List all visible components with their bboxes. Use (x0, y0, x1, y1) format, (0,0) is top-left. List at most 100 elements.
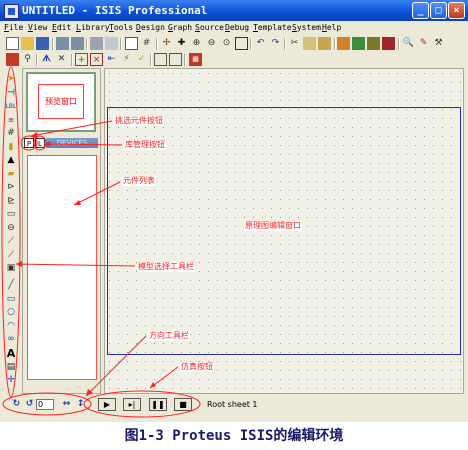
menu-help[interactable]: Help (322, 21, 341, 35)
bus-icon[interactable]: ▮ (5, 142, 17, 153)
path-icon[interactable]: ∞ (5, 334, 17, 345)
zoom-in-icon[interactable]: ⊕ (190, 37, 203, 50)
mirror-x-icon[interactable]: ↔ (60, 398, 73, 411)
zoom-all-icon[interactable]: ⊙ (220, 37, 233, 50)
maximize-button[interactable]: □ (430, 2, 447, 19)
graph-icon[interactable]: ⊵ (5, 196, 17, 207)
menu-view[interactable]: View (28, 21, 47, 35)
arc-icon[interactable]: ◠ (5, 321, 17, 332)
search-tag-icon[interactable]: ⚲ (21, 53, 34, 66)
overview-window[interactable]: 预览窗口 (26, 72, 96, 132)
figure-caption: 图1-3 Proteus ISIS的编辑环境 (124, 428, 344, 444)
app-icon (4, 4, 19, 19)
virtual-instrument-icon[interactable]: ▣ (5, 263, 17, 274)
menu-design[interactable]: Design (136, 21, 165, 35)
device-pins-icon[interactable]: ⊳ (5, 182, 17, 193)
annotation-simulation-buttons: 仿真按钮 (180, 362, 214, 372)
pick-device-icon[interactable]: 🔍 (402, 37, 415, 50)
paste-icon[interactable] (318, 37, 331, 50)
open-folder-icon[interactable] (21, 37, 34, 50)
property-tool-icon[interactable]: ᗑ (40, 53, 53, 66)
netlist-to-ares-icon[interactable] (154, 53, 167, 66)
text-icon[interactable]: A (5, 348, 17, 359)
new-file-icon[interactable] (6, 37, 19, 50)
pan-icon[interactable]: ✚ (175, 37, 188, 50)
menu-source[interactable]: Source (195, 21, 224, 35)
application-window: UNTITLED - ISIS Professional _ □ × File … (0, 0, 468, 422)
zoom-out-icon[interactable]: ⊖ (205, 37, 218, 50)
current-probe-icon[interactable]: ⟋ (5, 250, 17, 261)
design-explorer-icon[interactable]: ✕ (55, 53, 68, 66)
redo-icon[interactable]: ↷ (269, 37, 282, 50)
subcircuit-icon[interactable]: ▲ (5, 155, 17, 166)
mirror-y-icon[interactable]: ↕ (74, 398, 87, 411)
rotate-clockwise-icon[interactable]: ↻ (10, 398, 23, 411)
refresh-icon[interactable] (125, 37, 138, 50)
sheet-report-icon[interactable] (169, 53, 182, 66)
origin-icon[interactable]: ✢ (160, 37, 173, 50)
grid-icon[interactable]: # (140, 37, 153, 50)
menu-file[interactable]: File (4, 21, 23, 35)
menu-debug[interactable]: Debug (225, 21, 249, 35)
copy-icon[interactable] (303, 37, 316, 50)
device-list[interactable] (27, 155, 97, 380)
step-button[interactable]: ▸| (123, 398, 141, 411)
rotation-angle-field[interactable]: 0 (36, 399, 54, 410)
play-button[interactable]: ▶ (98, 398, 116, 411)
save-icon[interactable] (36, 37, 49, 50)
block-rotate-icon[interactable] (367, 37, 380, 50)
bill-of-materials-icon[interactable]: ⚡ (120, 53, 133, 66)
pick-device-button[interactable]: P (24, 138, 34, 148)
import-icon[interactable] (56, 37, 69, 50)
library-manager-button[interactable]: L (35, 138, 45, 148)
block-move-icon[interactable] (352, 37, 365, 50)
stop-button[interactable]: ■ (174, 398, 192, 411)
new-sheet-icon[interactable]: + (75, 53, 88, 66)
menu-system[interactable]: System (292, 21, 321, 35)
symbol-icon[interactable]: ▤ (5, 362, 17, 373)
wire-autorouter-icon[interactable] (6, 53, 19, 66)
print-area-icon[interactable] (105, 37, 118, 50)
pause-button[interactable]: ❚❚ (149, 398, 167, 411)
menu-library[interactable]: Library (76, 21, 110, 35)
menu-bar: File View Edit Library Tools Design Grap… (0, 21, 468, 35)
voltage-probe-icon[interactable]: ⟋ (5, 236, 17, 247)
minimize-button[interactable]: _ (412, 2, 429, 19)
line-icon[interactable]: ╱ (5, 280, 17, 291)
block-delete-icon[interactable] (382, 37, 395, 50)
menu-tools[interactable]: Tools (109, 21, 133, 35)
annotation-library-manager: 库管理按钮 (124, 140, 166, 150)
title-bar: UNTITLED - ISIS Professional _ □ × (0, 0, 468, 21)
undo-icon[interactable]: ↶ (254, 37, 267, 50)
junction-dot-icon[interactable]: LBL (5, 101, 17, 112)
terminals-icon[interactable]: ▰ (5, 169, 17, 180)
remove-sheet-icon[interactable]: × (90, 53, 103, 66)
print-icon[interactable] (90, 37, 103, 50)
text-script-icon[interactable]: # (5, 128, 17, 139)
tape-recorder-icon[interactable]: ▭ (5, 209, 17, 220)
menu-edit[interactable]: Edit (52, 21, 71, 35)
menu-graph[interactable]: Graph (168, 21, 192, 35)
exit-to-parent-icon[interactable]: ⇤ (105, 53, 118, 66)
make-device-icon[interactable]: ✎ (417, 37, 430, 50)
rotate-anticlockwise-icon[interactable]: ↺ (23, 398, 36, 411)
menu-template[interactable]: Template (253, 21, 292, 35)
zoom-area-icon[interactable] (235, 37, 248, 50)
block-copy-icon[interactable] (337, 37, 350, 50)
export-icon[interactable] (71, 37, 84, 50)
cut-icon[interactable]: ✂ (288, 37, 301, 50)
mode-toolbar: ➤ ⊣ LBL ≡ # ▮ ▲ ▰ ⊳ ⊵ ▭ ⊖ ⟋ ⟋ ▣ ╱ ▭ ○ ◠ … (4, 72, 19, 392)
devices-header: DEVICES (46, 138, 98, 148)
marker-icon[interactable]: ✛ (5, 375, 17, 386)
electrical-rule-check-icon[interactable]: ✓ (135, 53, 148, 66)
box-icon[interactable]: ▭ (5, 294, 17, 305)
generator-icon[interactable]: ⊖ (5, 223, 17, 234)
annotation-mode-toolbar: 模型选择工具栏 (137, 262, 195, 272)
ares-icon[interactable]: ▦ (189, 53, 202, 66)
wire-label-icon[interactable]: ≡ (5, 115, 17, 126)
selection-mode-icon[interactable]: ➤ (5, 74, 17, 85)
close-button[interactable]: × (448, 2, 465, 19)
component-mode-icon[interactable]: ⊣ (5, 88, 17, 99)
packaging-tool-icon[interactable]: ⚒ (432, 37, 445, 50)
circle-icon[interactable]: ○ (5, 307, 17, 318)
